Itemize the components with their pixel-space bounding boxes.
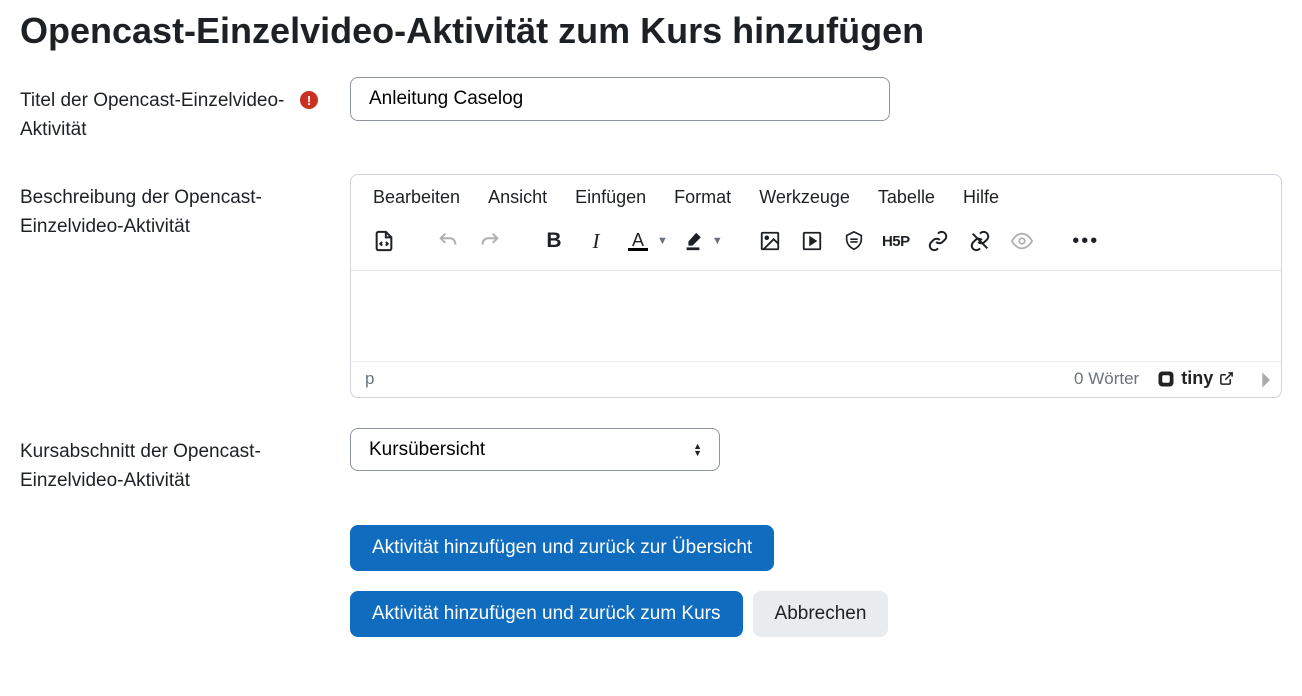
h5p-icon[interactable]: H5P (879, 224, 913, 258)
undo-icon[interactable] (431, 224, 465, 258)
image-icon[interactable] (753, 224, 787, 258)
external-link-icon (1219, 371, 1234, 386)
more-icon[interactable]: ••• (1069, 224, 1103, 258)
unlink-icon[interactable] (963, 224, 997, 258)
chevron-down-icon: ▼ (657, 235, 668, 247)
description-label: Beschreibung der Opencast-Einzelvideo-Ak… (20, 184, 290, 241)
editor-content[interactable] (351, 271, 1281, 361)
media-icon[interactable] (795, 224, 829, 258)
link-icon[interactable] (921, 224, 955, 258)
record-icon[interactable] (837, 224, 871, 258)
title-row: Titel der Opencast-Einzelvideo-Aktivität… (20, 77, 1282, 144)
redo-icon[interactable] (473, 224, 507, 258)
section-label: Kursabschnitt der Opencast-Einzelvideo-A… (20, 438, 290, 495)
add-return-course-button[interactable]: Aktivität hinzufügen und zurück zum Kurs (350, 591, 743, 637)
editor-toolbar: B I A ▼ ▼ (351, 218, 1281, 271)
button-row: Aktivität hinzufügen und zurück zur Über… (350, 525, 1282, 637)
chevron-down-icon: ▼ (712, 235, 723, 247)
description-row: Beschreibung der Opencast-Einzelvideo-Ak… (20, 174, 1282, 398)
editor-menubar: Bearbeiten Ansicht Einfügen Format Werkz… (351, 175, 1281, 218)
section-row: Kursabschnitt der Opencast-Einzelvideo-A… (20, 428, 1282, 495)
page-title: Opencast-Einzelvideo-Aktivität zum Kurs … (20, 10, 1282, 52)
menu-insert[interactable]: Einfügen (575, 187, 646, 208)
menu-format[interactable]: Format (674, 187, 731, 208)
title-label: Titel der Opencast-Einzelvideo-Aktivität (20, 87, 290, 144)
text-color-icon: A (621, 224, 655, 258)
menu-view[interactable]: Ansicht (488, 187, 547, 208)
preview-icon[interactable] (1005, 224, 1039, 258)
editor-statusbar: p 0 Wörter tiny ◢ (351, 361, 1281, 397)
cancel-button[interactable]: Abbrechen (753, 591, 889, 637)
bold-icon[interactable]: B (537, 224, 571, 258)
menu-table[interactable]: Tabelle (878, 187, 935, 208)
italic-icon[interactable]: I (579, 224, 613, 258)
tiny-brand[interactable]: tiny (1157, 368, 1234, 389)
element-path[interactable]: p (365, 369, 374, 389)
tiny-logo-icon (1157, 370, 1175, 388)
menu-edit[interactable]: Bearbeiten (373, 187, 460, 208)
menu-help[interactable]: Hilfe (963, 187, 999, 208)
source-code-icon[interactable] (367, 224, 401, 258)
highlight-icon (676, 224, 710, 258)
section-select[interactable]: Kursübersicht (350, 428, 720, 471)
rich-text-editor: Bearbeiten Ansicht Einfügen Format Werkz… (350, 174, 1282, 398)
title-input[interactable] (350, 77, 890, 121)
required-icon: ! (300, 91, 318, 109)
add-return-overview-button[interactable]: Aktivität hinzufügen und zurück zur Über… (350, 525, 774, 571)
highlight-button[interactable]: ▼ (676, 224, 723, 258)
menu-tools[interactable]: Werkzeuge (759, 187, 850, 208)
resize-handle-icon[interactable]: ◢ (1254, 371, 1269, 386)
text-color-button[interactable]: A ▼ (621, 224, 668, 258)
word-count: 0 Wörter (1074, 369, 1139, 389)
